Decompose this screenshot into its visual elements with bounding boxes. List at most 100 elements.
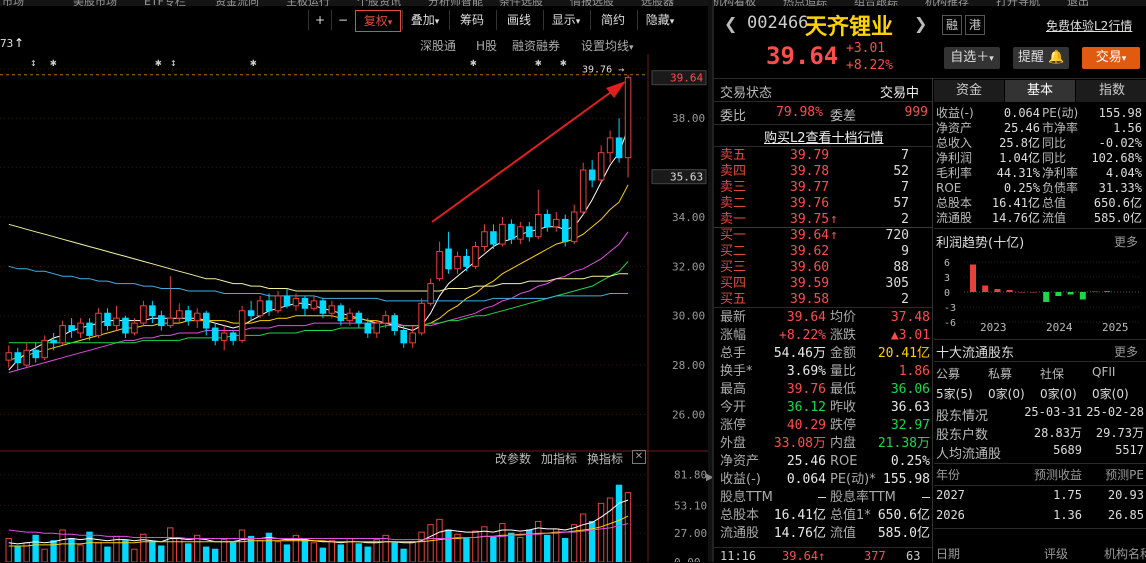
candle-body[interactable] (588, 169, 596, 181)
candle-body[interactable] (5, 352, 13, 361)
order-book-row[interactable]: 卖二 39.76 57 (720, 196, 925, 212)
order-book-row[interactable]: 卖三 39.77 7 (720, 180, 925, 196)
top-nav-item[interactable]: 条件选股 (499, 0, 543, 6)
candle-body[interactable] (535, 213, 542, 238)
top-nav-item[interactable]: 市场 (2, 0, 24, 6)
candle-body[interactable] (400, 330, 407, 344)
order-book-row[interactable]: 买三 39.60 88 (720, 260, 925, 276)
candle-body[interactable] (436, 251, 443, 280)
chips-button[interactable]: 筹码 (449, 10, 494, 30)
holders-more-link[interactable]: 更多 (1114, 343, 1138, 360)
event-marker-icon[interactable]: ✱ (535, 56, 542, 69)
zoom-in-button[interactable]: + (308, 10, 331, 30)
candle-body[interactable] (104, 312, 111, 327)
switch-indicator-button[interactable]: 换指标 (587, 450, 623, 467)
candle-body[interactable] (445, 248, 452, 270)
candle-body[interactable] (490, 231, 497, 245)
alert-button[interactable]: 提醒 🔔 (1013, 47, 1069, 69)
candle-body[interactable] (220, 332, 228, 341)
candle-body[interactable] (364, 322, 372, 334)
candle-body[interactable] (606, 137, 614, 154)
top-nav-item[interactable]: 美股市场 (73, 0, 117, 6)
order-book-row[interactable]: 买二 39.62 9 (720, 244, 925, 260)
candle-body[interactable] (328, 305, 336, 314)
prev-stock-icon[interactable]: ❮ (724, 14, 737, 33)
candle-body[interactable] (238, 310, 246, 341)
order-book-row[interactable]: 卖一 39.75 ↑ 2 (720, 212, 925, 228)
top-nav-item[interactable]: ETF专栏 (144, 0, 186, 6)
candle-body[interactable] (292, 297, 300, 307)
profit-trend-more-link[interactable]: 更多 (1114, 233, 1138, 250)
fuquan-dropdown[interactable]: 复权▾ (355, 10, 401, 32)
candle-body[interactable] (32, 349, 39, 359)
event-marker-icon[interactable]: ✱ (250, 56, 257, 69)
top-nav-item[interactable]: 个股资讯 (357, 0, 401, 6)
order-book-row[interactable]: 买五 39.58 2 (720, 292, 925, 308)
top-nav-item[interactable]: 主板运行 (286, 0, 330, 6)
candle-body[interactable] (256, 300, 264, 317)
zoom-out-button[interactable]: − (331, 10, 354, 30)
candle-body[interactable] (463, 255, 470, 267)
event-marker-icon[interactable]: ✱ (50, 56, 57, 69)
candle-body[interactable] (346, 312, 354, 322)
candle-body[interactable] (481, 231, 488, 248)
candle-body[interactable] (526, 226, 533, 238)
order-book-row[interactable]: 买四 39.59 305 (720, 276, 925, 292)
top-nav-item[interactable]: 分析师智能 (428, 0, 483, 6)
top-nav-item[interactable]: 情报选股 (570, 0, 614, 6)
add-watchlist-button[interactable]: 自选＋▾ (944, 47, 1000, 69)
candle-body[interactable] (579, 169, 587, 213)
top-nav-item[interactable]: 选股器 (641, 0, 674, 6)
candle-body[interactable] (274, 295, 282, 312)
top-nav-item[interactable]: 资金流向 (215, 0, 259, 6)
close-icon[interactable]: ✕ (632, 450, 646, 464)
candle-body[interactable] (158, 315, 165, 327)
add-indicator-button[interactable]: 加指标 (541, 450, 577, 467)
kline-chart[interactable]: 38.00 34.00 32.00 30.00 28.00 26.00 39.64 35.63… (0, 54, 708, 562)
candle-body[interactable] (552, 218, 560, 228)
edit-params-button[interactable]: 改参数 (495, 450, 531, 467)
candle-body[interactable] (544, 213, 551, 228)
candle-body[interactable] (14, 352, 22, 364)
order-book-row[interactable]: 卖五 39.79 7 (720, 148, 925, 164)
candle-body[interactable] (409, 332, 416, 344)
candle-body[interactable] (265, 300, 273, 312)
tab-index[interactable]: 指数 (1076, 80, 1146, 102)
candle-body[interactable] (86, 322, 93, 336)
candle-body[interactable] (454, 255, 461, 270)
simple-mode-button[interactable]: 简约 (590, 10, 635, 30)
candle-body[interactable] (23, 349, 31, 366)
event-marker-icon[interactable]: ✱ (560, 56, 567, 69)
candle-body[interactable] (59, 325, 66, 344)
candle-body[interactable] (624, 77, 632, 159)
hide-dropdown[interactable]: 隐藏▾ (637, 10, 682, 30)
overlay-dropdown[interactable]: 叠加▾ (402, 10, 447, 30)
candle-body[interactable] (247, 310, 255, 317)
candle-body[interactable] (517, 226, 524, 240)
candle-body[interactable] (185, 310, 192, 322)
candle-body[interactable] (508, 223, 515, 240)
trade-button[interactable]: 交易▾ (1082, 47, 1140, 69)
event-marker-icon[interactable]: ↕ (170, 56, 177, 69)
candle-body[interactable] (68, 325, 75, 331)
tab-basic[interactable]: 基本 (1005, 80, 1075, 102)
candle-body[interactable] (472, 246, 479, 267)
order-book-row[interactable]: 买一 39.64 ↑ 720 (720, 228, 925, 244)
candle-body[interactable] (77, 322, 84, 334)
candle-body[interactable] (211, 327, 219, 341)
candle-body[interactable] (283, 295, 291, 307)
candle-body[interactable] (597, 152, 605, 181)
candle-body[interactable] (499, 223, 506, 245)
candle-body[interactable] (418, 302, 425, 334)
candle-body[interactable] (355, 312, 363, 324)
draw-line-button[interactable]: 画线 (496, 10, 541, 30)
tab-funds[interactable]: 资金 (934, 80, 1004, 102)
candle-body[interactable] (149, 305, 156, 317)
candle-body[interactable] (167, 317, 174, 327)
candle-body[interactable] (95, 312, 102, 336)
candle-body[interactable] (615, 137, 623, 159)
candle-body[interactable] (319, 300, 327, 314)
buy-l2-link[interactable]: 购买L2查看十档行情 (764, 127, 884, 146)
display-dropdown[interactable]: 显示▾ (543, 10, 588, 30)
candle-body[interactable] (41, 339, 48, 359)
